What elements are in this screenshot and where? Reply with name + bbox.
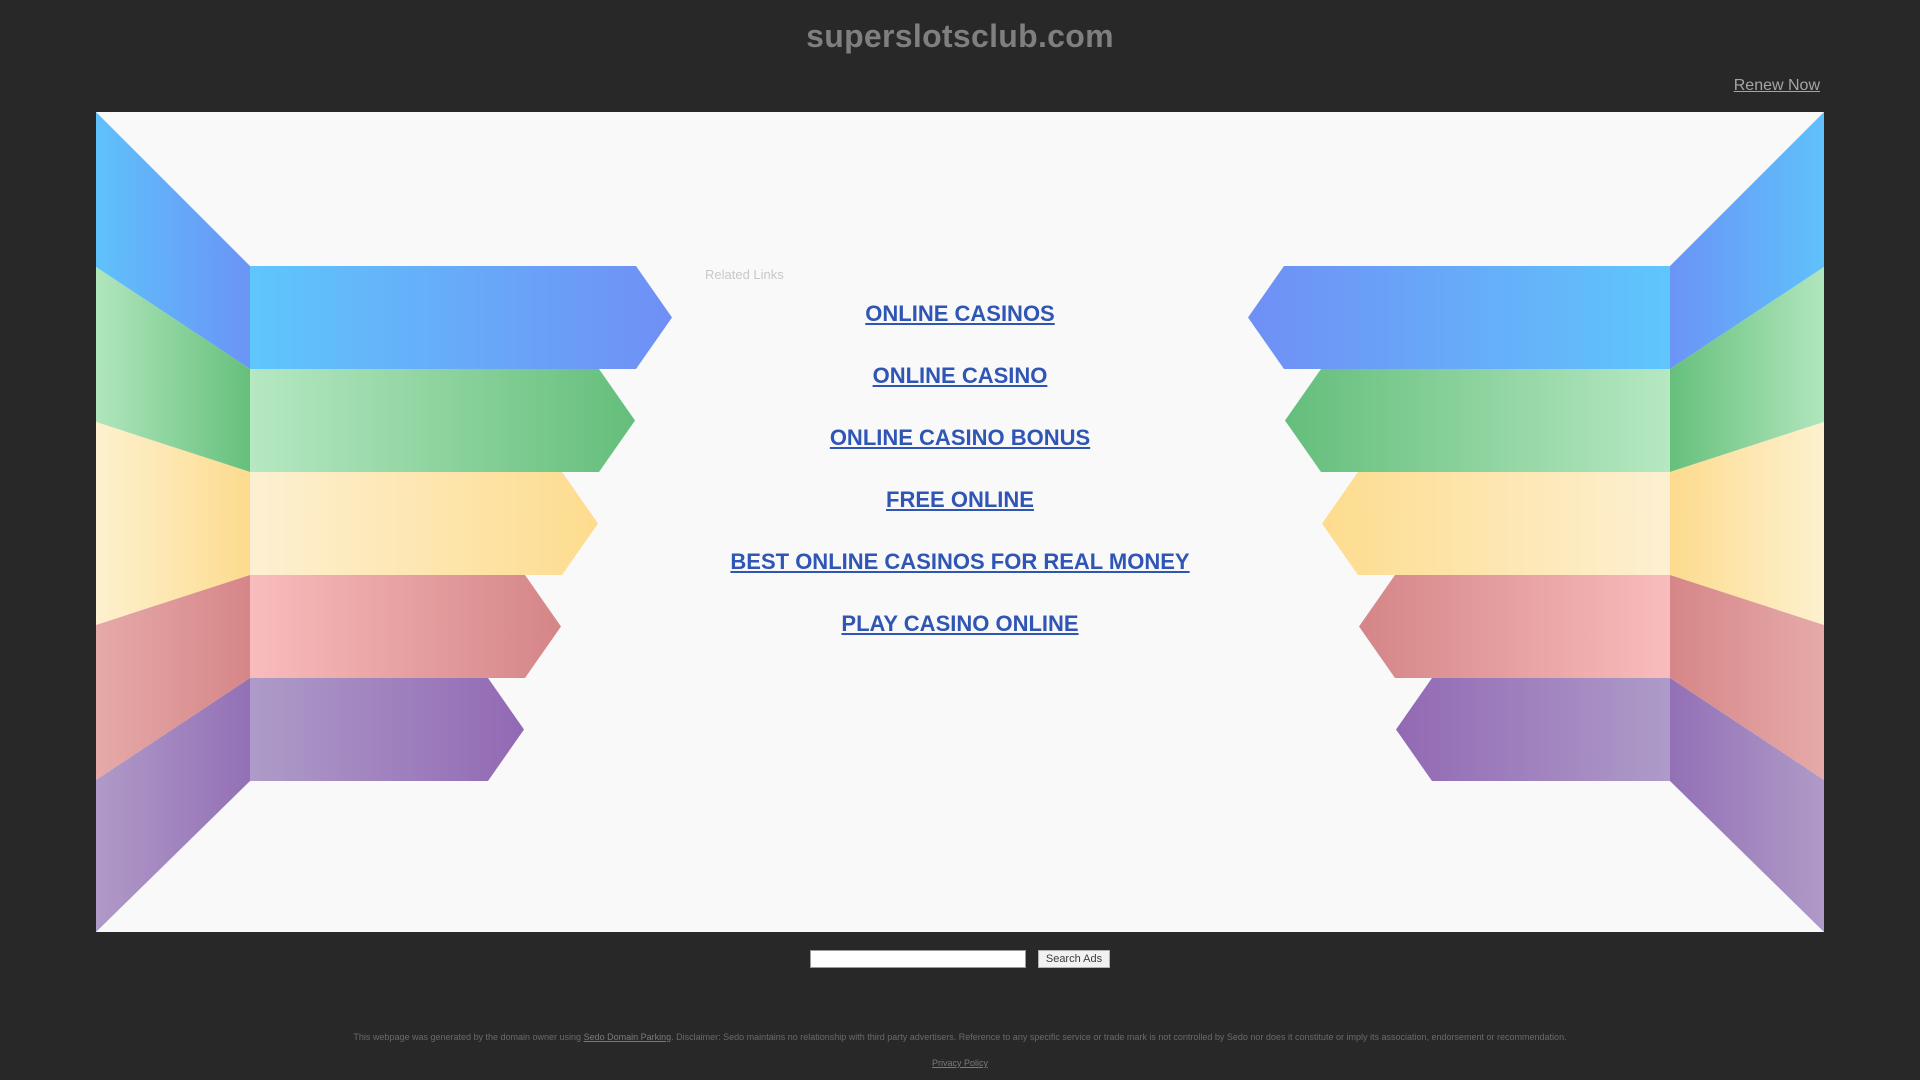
ad-link-online-casinos[interactable]: ONLINE CASINOS	[96, 300, 1824, 328]
related-links-label: Related Links	[705, 267, 784, 282]
privacy-policy-link[interactable]: Privacy Policy	[932, 1058, 988, 1068]
related-links: Related Links ONLINE CASINOS ONLINE CASI…	[96, 112, 1824, 932]
search-bar: Search Ads	[0, 950, 1920, 968]
parking-page: superslotsclub.com Renew Now Related Lin…	[0, 0, 1920, 1080]
ad-link-online-casino[interactable]: ONLINE CASINO	[96, 362, 1824, 390]
domain-title: superslotsclub.com	[806, 18, 1114, 54]
sedo-parking-link[interactable]: Sedo Domain Parking	[584, 1032, 672, 1042]
disclaimer-text: . Disclaimer: Sedo maintains no relation…	[671, 1032, 1567, 1042]
search-ads-button[interactable]: Search Ads	[1037, 950, 1111, 968]
privacy-footer: Privacy Policy	[0, 1058, 1920, 1068]
ad-link-free-online[interactable]: FREE ONLINE	[96, 486, 1824, 514]
ad-link-best-online-casinos[interactable]: BEST ONLINE CASINOS FOR REAL MONEY	[96, 548, 1824, 576]
disclaimer: This webpage was generated by the domain…	[0, 1032, 1920, 1042]
content-panel: Related Links ONLINE CASINOS ONLINE CASI…	[96, 112, 1824, 932]
disclaimer-prefix: This webpage was generated by the domain…	[353, 1032, 582, 1042]
search-input[interactable]	[809, 950, 1026, 968]
renew-now-link[interactable]: Renew Now	[1734, 77, 1820, 95]
ad-link-play-casino-online[interactable]: PLAY CASINO ONLINE	[96, 610, 1824, 638]
ad-link-online-casino-bonus[interactable]: ONLINE CASINO BONUS	[96, 424, 1824, 452]
